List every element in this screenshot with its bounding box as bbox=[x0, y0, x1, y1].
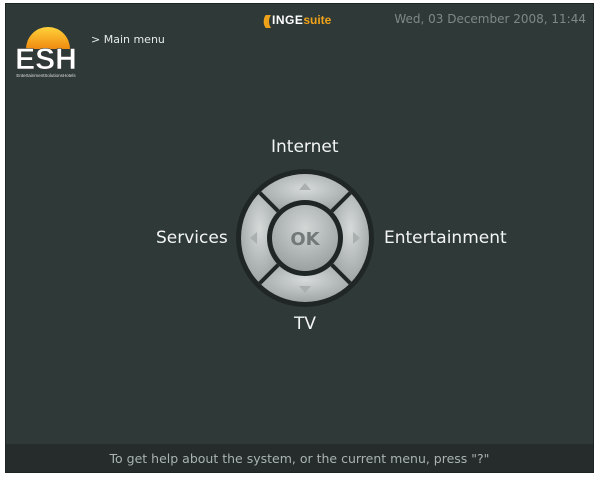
brand-part1: INGE bbox=[272, 13, 304, 27]
logo-text: ESH bbox=[15, 43, 77, 76]
esh-logo: ESH EntertainmentSolutionsHotels bbox=[8, 15, 84, 81]
help-text: To get help about the system, or the cur… bbox=[109, 450, 490, 466]
datetime: Wed, 03 December 2008, 11:44 bbox=[394, 12, 586, 26]
help-footer: To get help about the system, or the cur… bbox=[6, 444, 593, 472]
breadcrumb: > Main menu bbox=[91, 33, 165, 46]
ingesuite-logo-icon: ((( bbox=[263, 12, 271, 28]
main-screen: ESH EntertainmentSolutionsHotels > Main … bbox=[5, 3, 594, 473]
menu-tv[interactable]: TV bbox=[294, 314, 316, 334]
menu-internet[interactable]: Internet bbox=[271, 137, 339, 157]
menu-services[interactable]: Services bbox=[156, 228, 228, 248]
logo-subtext: EntertainmentSolutionsHotels bbox=[16, 73, 76, 78]
menu-entertainment[interactable]: Entertainment bbox=[384, 228, 507, 248]
ok-label: OK bbox=[290, 229, 320, 250]
ingesuite-brand: ((( INGE suite bbox=[263, 12, 331, 28]
brand-part2: suite bbox=[303, 13, 332, 27]
dpad: OK bbox=[235, 168, 375, 308]
